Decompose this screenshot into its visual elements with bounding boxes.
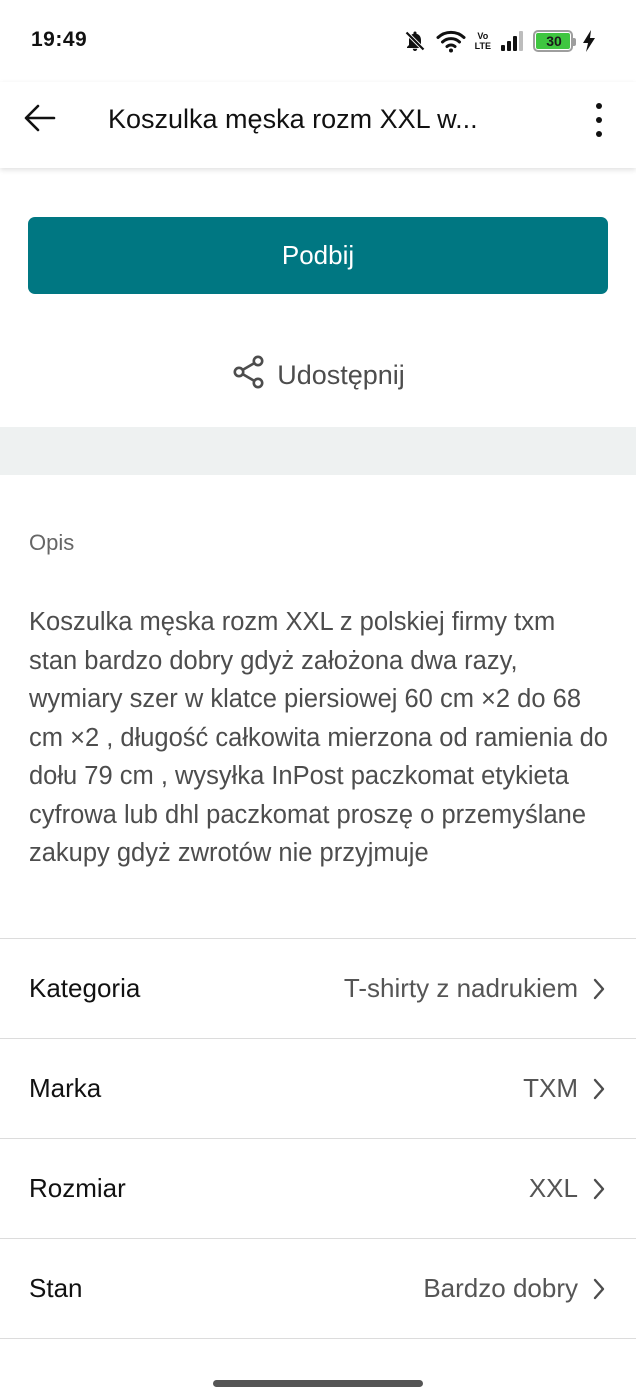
charging-icon bbox=[582, 29, 596, 53]
attribute-value: Bardzo dobry bbox=[423, 1273, 578, 1303]
bell-off-icon bbox=[403, 29, 427, 53]
status-bar: 19:49 Vo LTE 30 bbox=[0, 0, 636, 82]
chevron-right-icon bbox=[592, 1277, 608, 1301]
share-label: Udostępnij bbox=[277, 359, 405, 390]
page-title: Koszulka męska rozm XXL w... bbox=[108, 104, 478, 134]
signal-icon bbox=[500, 30, 524, 52]
attribute-value: T-shirty z nadrukiem bbox=[343, 973, 578, 1003]
description-heading: Opis bbox=[29, 530, 75, 555]
chevron-right-icon bbox=[592, 1077, 608, 1101]
chevron-right-icon bbox=[592, 1177, 608, 1201]
description-text: Koszulka męska rozm XXL z polskiej firmy… bbox=[29, 608, 608, 867]
bump-button[interactable]: Podbij bbox=[28, 217, 608, 294]
battery-icon: 30 bbox=[533, 30, 576, 52]
more-options-button[interactable] bbox=[584, 98, 614, 142]
attribute-row-condition[interactable]: Stan Bardzo dobry bbox=[0, 1239, 636, 1339]
attribute-value: XXL bbox=[528, 1173, 578, 1203]
attribute-label: Stan bbox=[29, 1273, 83, 1303]
section-divider bbox=[0, 427, 636, 475]
attribute-row-size[interactable]: Rozmiar XXL bbox=[0, 1139, 636, 1239]
more-vertical-icon bbox=[596, 103, 602, 109]
attribute-row-brand[interactable]: Marka TXM bbox=[0, 1039, 636, 1139]
volte-bottom-label: LTE bbox=[474, 41, 491, 51]
attribute-label: Marka bbox=[29, 1073, 102, 1103]
attribute-label: Rozmiar bbox=[29, 1173, 126, 1203]
share-button[interactable]: Udostępnij bbox=[0, 350, 636, 400]
back-button[interactable] bbox=[20, 100, 60, 140]
attribute-list: Kategoria T-shirty z nadrukiem Marka TXM… bbox=[0, 938, 636, 1339]
volte-top-label: Vo bbox=[477, 31, 489, 41]
battery-level: 30 bbox=[536, 33, 570, 49]
volte-icon: Vo LTE bbox=[475, 31, 491, 51]
wifi-icon bbox=[436, 29, 466, 53]
share-icon bbox=[231, 354, 267, 397]
status-time: 19:49 bbox=[31, 28, 88, 51]
attribute-value: TXM bbox=[523, 1073, 578, 1103]
app-bar: Koszulka męska rozm XXL w... bbox=[0, 82, 636, 168]
chevron-right-icon bbox=[592, 977, 608, 1001]
status-icons: Vo LTE 30 bbox=[403, 26, 596, 56]
home-indicator[interactable] bbox=[213, 1380, 423, 1387]
attribute-label: Kategoria bbox=[29, 973, 141, 1003]
attribute-row-category[interactable]: Kategoria T-shirty z nadrukiem bbox=[0, 939, 636, 1039]
arrow-left-icon bbox=[24, 104, 56, 137]
